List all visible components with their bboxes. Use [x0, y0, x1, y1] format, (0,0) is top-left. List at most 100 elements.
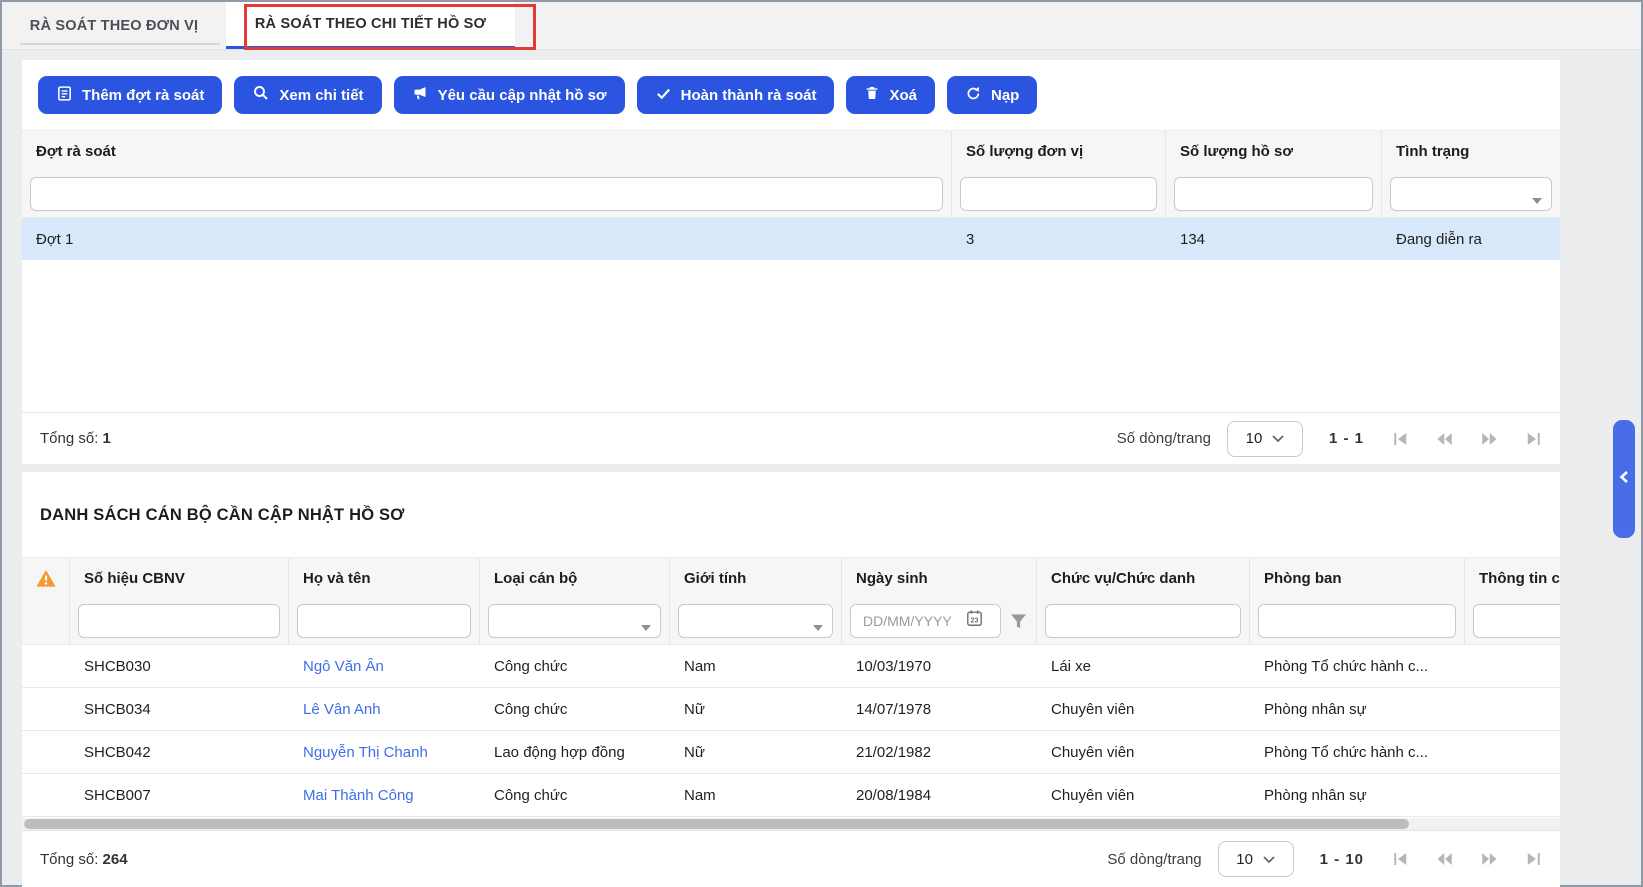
- tab-label: RÀ SOÁT THEO ĐƠN VỊ: [30, 18, 198, 34]
- filter-phong-ban-input[interactable]: [1258, 604, 1456, 638]
- filter-loai-can-bo-select[interactable]: [488, 604, 661, 638]
- tab-ra-soat-theo-don-vi[interactable]: RÀ SOÁT THEO ĐƠN VỊ: [2, 2, 226, 49]
- next-page-icon[interactable]: [1480, 850, 1498, 868]
- filter-tinh-trang-select[interactable]: [1390, 177, 1552, 211]
- filter-so-luong-don-vi-input[interactable]: [960, 177, 1157, 211]
- document-add-icon: [56, 85, 73, 106]
- filter-so-luong-ho-so-input[interactable]: [1174, 177, 1373, 211]
- cell-dob: 14/07/1978: [842, 701, 1037, 718]
- cell-name-link[interactable]: Nguyễn Thị Chanh: [289, 744, 480, 761]
- request-update-button[interactable]: Yêu cầu cập nhật hồ sơ: [394, 76, 625, 114]
- button-label: Xem chi tiết: [279, 87, 363, 104]
- column-header-tinh-trang: Tình trạng: [1382, 131, 1560, 171]
- chevron-down-icon: [1263, 851, 1275, 868]
- cell-position: Lái xe: [1037, 658, 1250, 675]
- cell-staff-type: Công chức: [480, 787, 670, 804]
- filter-funnel-icon[interactable]: [1009, 612, 1028, 630]
- cell-dob: 20/08/1984: [842, 787, 1037, 804]
- review-filter-row: [22, 171, 1560, 218]
- horizontal-scrollbar-thumb[interactable]: [24, 819, 1409, 829]
- column-header-ngay-sinh: Ngày sinh: [842, 558, 1037, 598]
- review-table-row[interactable]: Đợt 1 3 134 Đang diễn ra: [22, 218, 1560, 260]
- cell-code: SHCB034: [70, 701, 289, 718]
- first-page-icon[interactable]: [1392, 430, 1410, 448]
- cell-gender: Nam: [670, 787, 842, 804]
- page-range: 1 - 1: [1329, 430, 1364, 447]
- filter-chuc-vu-input[interactable]: [1045, 604, 1241, 638]
- calendar-icon[interactable]: 23: [965, 609, 984, 633]
- pager: Số dòng/trang 10 1 - 10: [1107, 841, 1542, 877]
- filter-dot-ra-soat-input[interactable]: [30, 177, 943, 211]
- collapse-right-panel-button[interactable]: [1613, 420, 1635, 538]
- megaphone-icon: [412, 85, 429, 106]
- staff-table-row[interactable]: SHCB034 Lê Vân Anh Công chức Nữ 14/07/19…: [22, 688, 1560, 731]
- view-detail-button[interactable]: Xem chi tiết: [234, 76, 381, 114]
- search-icon: [252, 84, 270, 106]
- column-header-gioi-tinh: Giới tính: [670, 558, 842, 598]
- cell-status: Đang diễn ra: [1382, 231, 1560, 248]
- delete-button[interactable]: Xoá: [846, 76, 935, 114]
- cell-department: Phòng Tổ chức hành c...: [1250, 744, 1465, 761]
- date-input[interactable]: [861, 612, 961, 630]
- staff-table-row[interactable]: SHCB030 Ngô Văn Ân Công chức Nam 10/03/1…: [22, 645, 1560, 688]
- tab-ra-soat-theo-chi-tiet-ho-so[interactable]: RÀ SOÁT THEO CHI TIẾT HỒ SƠ: [226, 2, 515, 49]
- last-page-icon[interactable]: [1524, 850, 1542, 868]
- staff-table-row[interactable]: SHCB042 Nguyễn Thị Chanh Lao động hợp đồ…: [22, 731, 1560, 774]
- pager-icons: [1392, 850, 1542, 868]
- review-table-header: Đợt rà soát Số lượng đơn vị Số lượng hồ …: [22, 130, 1560, 171]
- reload-button[interactable]: Nạp: [947, 76, 1037, 114]
- cell-dob: 21/02/1982: [842, 744, 1037, 761]
- staff-grid-viewport: Số hiệu CBNV Họ và tên Loại cán bộ Giới …: [22, 557, 1560, 817]
- filter-thong-tin-input[interactable]: [1473, 604, 1560, 638]
- staff-table-header: Số hiệu CBNV Họ và tên Loại cán bộ Giới …: [22, 557, 1560, 598]
- button-label: Yêu cầu cập nhật hồ sơ: [438, 87, 607, 104]
- filter-ho-va-ten-input[interactable]: [297, 604, 471, 638]
- cell-name-link[interactable]: Ngô Văn Ân: [289, 658, 480, 675]
- next-page-icon[interactable]: [1480, 430, 1498, 448]
- cell-name-link[interactable]: Mai Thành Công: [289, 787, 480, 804]
- page-size-value: 10: [1246, 430, 1263, 447]
- page-range: 1 - 10: [1320, 851, 1364, 868]
- cell-position: Chuyên viên: [1037, 701, 1250, 718]
- first-page-icon[interactable]: [1392, 850, 1410, 868]
- staff-section-title: DANH SÁCH CÁN BỘ CẦN CẬP NHẬT HỒ SƠ: [22, 472, 1560, 557]
- review-toolbar: Thêm đợt rà soát Xem chi tiết Yêu cầu cậ…: [22, 60, 1560, 130]
- cell-position: Chuyên viên: [1037, 787, 1250, 804]
- filter-so-hieu-cbnv-input[interactable]: [78, 604, 280, 638]
- button-label: Xoá: [889, 87, 917, 104]
- column-header-dot-ra-soat: Đợt rà soát: [22, 131, 952, 171]
- staff-filter-row: 23: [22, 598, 1560, 645]
- last-page-icon[interactable]: [1524, 430, 1542, 448]
- total-label: Tổng số:: [40, 851, 98, 868]
- complete-review-button[interactable]: Hoàn thành rà soát: [637, 76, 835, 114]
- total-value: 264: [103, 851, 128, 868]
- cell-review-name: Đợt 1: [22, 231, 952, 248]
- cell-code: SHCB030: [70, 658, 289, 675]
- chevron-left-icon: [1618, 470, 1630, 489]
- review-grid-footer: Tổng số: 1 Số dòng/trang 10 1 - 1: [22, 412, 1560, 464]
- add-review-batch-button[interactable]: Thêm đợt rà soát: [38, 76, 222, 114]
- cell-dob: 10/03/1970: [842, 658, 1037, 675]
- total-label: Tổng số:: [40, 430, 98, 447]
- total-value: 1: [103, 430, 111, 447]
- total-count: Tổng số: 1: [40, 430, 111, 447]
- page-size-select[interactable]: 10: [1227, 421, 1303, 457]
- staff-table-row[interactable]: SHCB007 Mai Thành Công Công chức Nam 20/…: [22, 774, 1560, 817]
- cell-staff-type: Lao động hợp đồng: [480, 744, 670, 761]
- tab-bar: RÀ SOÁT THEO ĐƠN VỊ RÀ SOÁT THEO CHI TIẾ…: [2, 2, 1641, 50]
- horizontal-scrollbar: [22, 818, 1560, 830]
- cell-staff-type: Công chức: [480, 701, 670, 718]
- prev-page-icon[interactable]: [1436, 430, 1454, 448]
- page-size-select[interactable]: 10: [1218, 841, 1294, 877]
- chevron-down-icon: [1272, 430, 1284, 447]
- prev-page-icon[interactable]: [1436, 850, 1454, 868]
- cell-name-link[interactable]: Lê Vân Anh: [289, 701, 480, 718]
- column-header-phong-ban: Phòng ban: [1250, 558, 1465, 598]
- filter-ngay-sinh-date-input[interactable]: 23: [850, 604, 1001, 638]
- filter-gioi-tinh-select[interactable]: [678, 604, 833, 638]
- cell-record-count: 134: [1166, 231, 1382, 248]
- column-header-thong-tin: Thông tin c: [1465, 558, 1560, 598]
- svg-text:23: 23: [971, 616, 979, 624]
- cell-gender: Nữ: [670, 744, 842, 761]
- cell-staff-type: Công chức: [480, 658, 670, 675]
